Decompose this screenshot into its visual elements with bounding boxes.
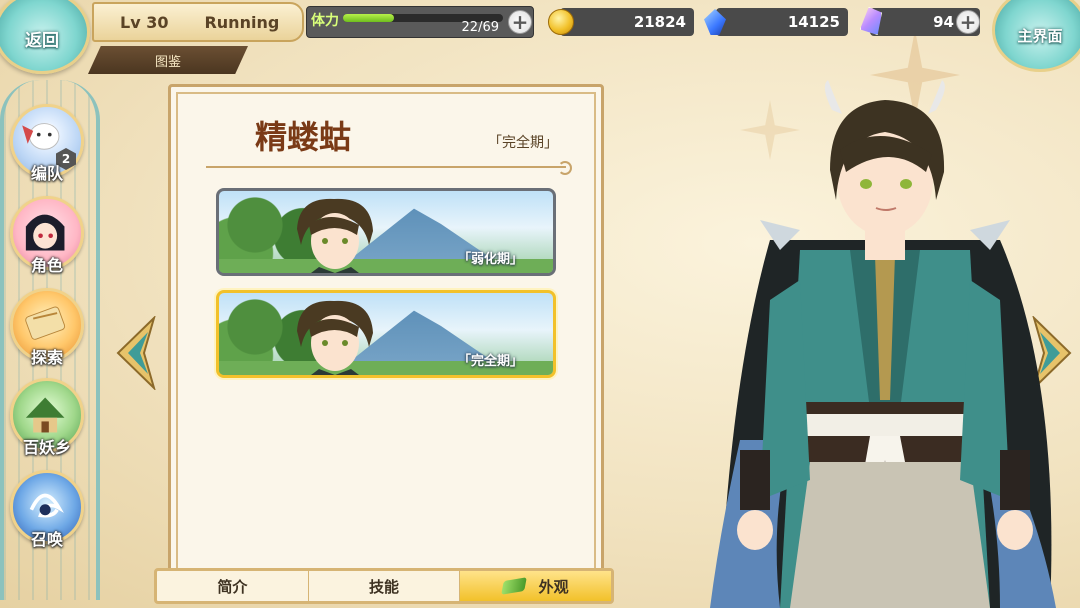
tab-skills[interactable]: 技能	[309, 571, 461, 601]
sidebar-item-village[interactable]: 百妖乡	[6, 378, 88, 460]
form-label: 「弱化期」	[457, 252, 523, 267]
title-divider	[206, 161, 572, 175]
tab-label: 技能	[369, 577, 400, 596]
gem-value: 14125	[787, 13, 840, 31]
detail-tabs: 简介 技能 外观	[154, 568, 614, 604]
page-title-tab: 图鉴	[88, 46, 248, 74]
sidebar-item-label: 探索	[30, 348, 63, 367]
stamina-value: 22/69	[461, 20, 499, 35]
crystal-value: 94	[933, 13, 954, 31]
leaf-icon	[500, 577, 527, 595]
character-portrait-thumb	[297, 198, 373, 273]
form-label: 「完全期」	[457, 354, 523, 369]
sidebar-item-team[interactable]: 2 编队	[6, 104, 88, 186]
sidebar-item-label: 召唤	[30, 530, 63, 549]
coin-value: 21824	[633, 13, 686, 31]
coin-icon	[548, 9, 574, 35]
sidebar-item-character[interactable]: 角色	[6, 196, 88, 278]
stamina-fill	[343, 14, 394, 22]
coin-counter: 21824	[560, 8, 694, 36]
sidebar-item-label: 编队	[30, 164, 63, 183]
sidebar-item-label: 百妖乡	[22, 438, 71, 457]
sidebar-item-explore[interactable]: 探索	[6, 288, 88, 370]
game-screen: 返回 Lv 30 Running 图鉴 体力 22/69 + 21824 141…	[0, 0, 1080, 608]
main-menu-button[interactable]: 主界面	[992, 0, 1080, 72]
character-full-portrait	[710, 80, 1056, 608]
player-level: Lv 30	[120, 12, 169, 32]
gem-counter: 14125	[716, 8, 848, 36]
sidebar-item-label: 角色	[30, 256, 63, 275]
current-stage: 「完全期」	[488, 135, 558, 151]
stamina-label: 体力	[311, 13, 339, 29]
add-stamina-button[interactable]: +	[508, 10, 532, 34]
character-name: 精蝼蛄	[254, 118, 351, 156]
character-portrait-thumb	[297, 300, 373, 375]
add-crystal-button[interactable]: +	[956, 10, 980, 34]
back-button[interactable]: 返回	[0, 0, 90, 74]
tab-appearance[interactable]: 外观	[460, 571, 612, 601]
arrow-left-icon[interactable]	[114, 316, 158, 390]
player-level-plate: Lv 30 Running	[92, 2, 304, 42]
stamina-bar: 体力 22/69	[306, 6, 534, 38]
sidebar-item-summon[interactable]: 召唤	[6, 470, 88, 552]
tab-label: 外观	[538, 577, 569, 596]
tab-label: 简介	[217, 577, 248, 596]
player-status: Running	[204, 12, 280, 32]
page-title: 图鉴	[154, 54, 181, 70]
tab-intro[interactable]: 简介	[157, 571, 309, 601]
form-card-complete[interactable]: 「完全期」	[216, 290, 556, 378]
form-card-weakened[interactable]: 「弱化期」	[216, 188, 556, 276]
back-label: 返回	[25, 30, 59, 51]
main-menu-label: 主界面	[1017, 26, 1063, 45]
